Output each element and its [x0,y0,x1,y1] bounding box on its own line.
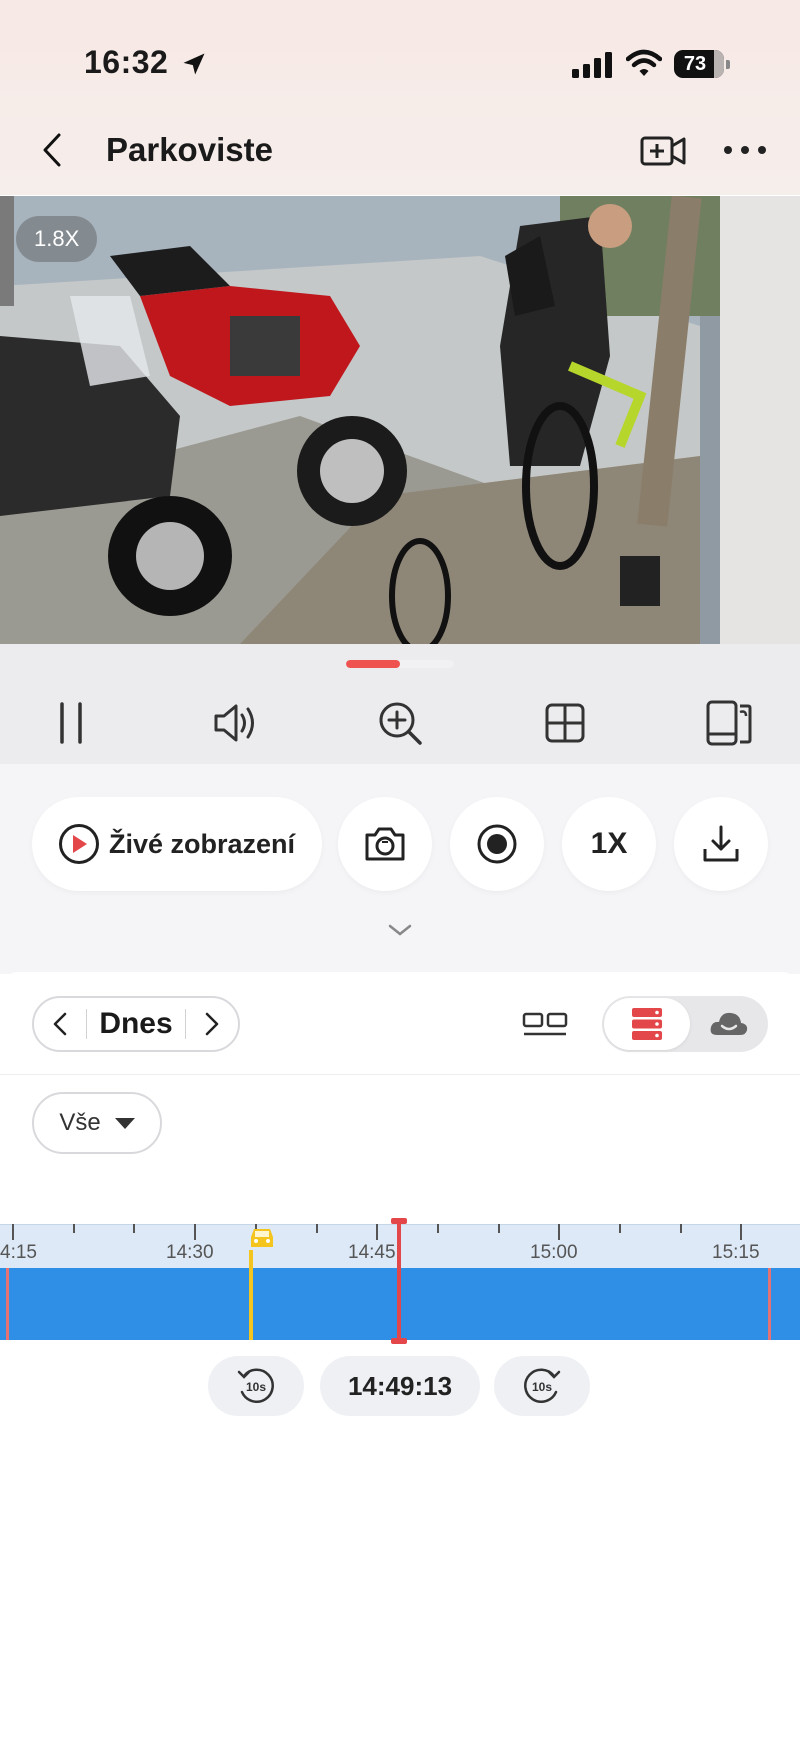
forward-10s-icon: 10s [524,1368,561,1403]
cloud-icon [710,1012,748,1035]
nav-bar: Parkoviste [0,120,800,182]
timeline-cursor-cap [391,1338,407,1344]
chevron-right-icon [205,1012,219,1036]
add-camera-icon[interactable] [638,130,688,170]
battery-indicator: 73 [674,50,730,78]
rewind-label: 10s [246,1380,266,1394]
volume-icon[interactable] [210,698,260,748]
timeline-tick [740,1224,743,1240]
event-marker[interactable] [768,1268,771,1340]
current-time: 14:49:13 [320,1356,480,1416]
previous-day-button[interactable] [34,998,86,1050]
rewind-10s-icon: 10s [237,1368,274,1403]
page-title: Parkoviste [106,131,273,168]
timeline-tick [72,1224,75,1233]
timeline-tick [376,1224,379,1240]
more-icon[interactable] [720,130,770,170]
cloud-storage-tab[interactable] [692,998,766,1050]
page-indicator-fill [346,660,400,668]
local-storage-tab[interactable] [604,998,690,1050]
date-selector: Dnes [32,996,240,1052]
forward-label: 10s [532,1380,552,1394]
record-icon [477,824,517,864]
next-day-button[interactable] [186,998,238,1050]
download-button[interactable] [674,797,768,891]
caret-down-icon [114,1117,135,1129]
timeline-tick [133,1224,136,1233]
zoom-in-icon[interactable] [375,698,425,748]
camera-icon [365,827,405,861]
timeline-tick [679,1224,682,1233]
timeline-label: 4:15 [0,1242,37,1263]
thumbnail-view-icon[interactable] [522,1006,568,1042]
battery-level: 73 [683,53,707,75]
vehicle-event-line[interactable] [249,1250,253,1340]
chevron-left-icon [43,133,61,167]
timeline-label: 14:45 [348,1242,396,1263]
snapshot-button[interactable] [338,797,432,891]
play-circle-icon [58,824,99,864]
timeline-label: 14:30 [166,1242,214,1263]
storage-source-toggle [602,996,768,1052]
signal-icon [572,52,612,78]
chevron-down-icon[interactable] [388,920,412,940]
back-button[interactable] [32,128,72,172]
date-label[interactable]: Dnes [87,1007,185,1041]
forward-10s-button[interactable]: 10s [494,1356,590,1416]
speed-button[interactable]: 1X [562,797,656,891]
video-scene [0,196,800,644]
battery-empty [714,50,724,78]
timeline-tick [194,1224,197,1240]
timeline-tick [558,1224,561,1240]
divider [0,1074,800,1075]
live-view-label: Živé zobrazení [108,828,296,859]
sd-card-icon [632,1008,662,1040]
status-bar: 16:32 73 [0,0,800,120]
filter-dropdown[interactable]: Vše [32,1092,162,1154]
status-time: 16:32 [84,44,169,80]
rotate-screen-icon[interactable] [704,698,754,748]
timeline-cursor[interactable] [397,1218,401,1344]
timeline-tick [619,1224,621,1233]
pause-icon[interactable] [46,698,96,748]
battery-cap [726,60,730,69]
timeline-cursor-cap [391,1218,407,1224]
event-marker[interactable] [6,1268,9,1340]
timeline-tick [436,1224,439,1233]
speed-label: 1X [590,827,628,860]
timeline-label: 15:15 [712,1242,760,1263]
chevron-left-icon [53,1012,67,1036]
page-indicator [346,660,454,668]
zoom-badge: 1.8X [16,216,98,262]
car-icon[interactable] [248,1226,276,1250]
filter-label: Vše [59,1109,101,1136]
live-view-button[interactable]: Živé zobrazení [32,797,322,891]
rewind-10s-button[interactable]: 10s [208,1356,304,1416]
record-button[interactable] [450,797,544,891]
location-arrow-icon [183,53,205,75]
wifi-icon [626,49,662,76]
timeline-label: 15:00 [530,1242,578,1263]
timeline-tick [315,1224,318,1233]
timeline-tick [12,1224,14,1240]
camera-video[interactable]: 1.8X [0,196,800,644]
timeline-tick [497,1224,500,1233]
grid-icon[interactable] [540,698,590,748]
download-icon [703,825,739,862]
